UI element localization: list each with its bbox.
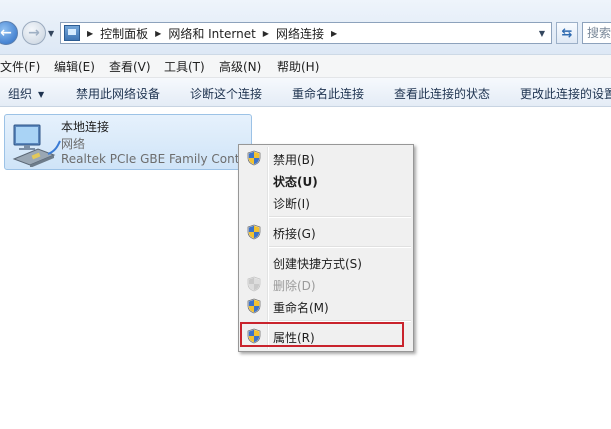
breadcrumb-network-connections[interactable]: 网络连接 (276, 25, 324, 42)
menu-tools[interactable]: 工具(T) (164, 58, 205, 75)
command-bar: 组织 ▼ 禁用此网络设备 诊断这个连接 重命名此连接 查看此连接的状态 更改此连接… (0, 78, 611, 107)
menu-help[interactable]: 帮助(H) (277, 58, 319, 75)
uac-shield-icon (247, 224, 261, 240)
forward-button[interactable]: → (22, 21, 46, 45)
search-input[interactable]: 搜索 (582, 22, 611, 44)
breadcrumb-separator-icon[interactable]: ▶ (263, 29, 269, 38)
breadcrumb-network-internet[interactable]: 网络和 Internet (168, 25, 255, 42)
refresh-icon: ⇆ (561, 25, 573, 41)
menu-item-label: 删除(D) (273, 279, 316, 293)
change-settings-button[interactable]: 更改此连接的设置 (520, 85, 611, 102)
breadcrumb-control-panel[interactable]: 控制面板 (100, 25, 148, 42)
organize-button[interactable]: 组织 ▼ (8, 85, 44, 102)
menu-item-label: 诊断(I) (273, 197, 310, 211)
menu-item-diagnose[interactable]: 诊断(I) (241, 191, 411, 213)
address-field[interactable]: ▶ 控制面板 ▶ 网络和 Internet ▶ 网络连接 ▶ ▼ (60, 22, 552, 44)
network-adapter-icon (12, 124, 61, 167)
menu-separator (269, 246, 411, 248)
refresh-button[interactable]: ⇆ (556, 22, 578, 44)
menu-item-label: 重命名(M) (273, 301, 329, 315)
connection-name: 本地连接 (61, 120, 110, 134)
organize-label: 组织 (8, 87, 33, 101)
breadcrumb-separator-icon[interactable]: ▶ (87, 29, 93, 38)
menu-edit[interactable]: 编辑(E) (54, 58, 95, 75)
chevron-down-icon: ▼ (38, 90, 45, 99)
local-connection-item[interactable]: 本地连接 网络 Realtek PCIe GBE Family Controll… (4, 114, 252, 170)
menu-item-rename[interactable]: 重命名(M) (241, 295, 411, 317)
chevron-down-icon[interactable]: ▼ (539, 29, 545, 38)
menu-file[interactable]: 文件(F) (0, 58, 40, 75)
view-status-button[interactable]: 查看此连接的状态 (394, 85, 490, 102)
menu-item-status[interactable]: 状态(U) (241, 169, 411, 191)
menu-item-delete: 删除(D) (241, 273, 411, 295)
breadcrumb-separator-icon[interactable]: ▶ (155, 29, 161, 38)
history-dropdown-icon[interactable]: ▼ (48, 29, 54, 38)
menu-item-label: 创建快捷方式(S) (273, 257, 362, 271)
uac-shield-icon (247, 276, 261, 292)
search-placeholder: 搜索 (587, 26, 611, 40)
menu-item-create-shortcut[interactable]: 创建快捷方式(S) (241, 251, 411, 273)
forward-arrow-icon: → (28, 25, 40, 41)
menu-item-label: 桥接(G) (273, 227, 316, 241)
disable-device-button[interactable]: 禁用此网络设备 (76, 85, 160, 102)
properties-highlight-box (240, 322, 404, 347)
uac-shield-icon (247, 298, 261, 314)
breadcrumb-separator-icon[interactable]: ▶ (331, 29, 337, 38)
connection-status: 网络 (61, 137, 86, 151)
rename-connection-button[interactable]: 重命名此连接 (292, 85, 364, 102)
uac-shield-icon (247, 150, 261, 166)
connection-device-name: Realtek PCIe GBE Family Controller (61, 152, 252, 166)
diagnose-connection-button[interactable]: 诊断这个连接 (190, 85, 262, 102)
menu-item-label: 状态(U) (273, 175, 318, 189)
menu-bar: 文件(F) 编辑(E) 查看(V) 工具(T) 高级(N) 帮助(H) (0, 55, 611, 78)
menu-separator (269, 216, 411, 218)
menu-item-bridge[interactable]: 桥接(G) (241, 221, 411, 243)
control-panel-icon (64, 25, 80, 41)
address-bar: ← → ▼ ▶ 控制面板 ▶ 网络和 Internet ▶ 网络连接 ▶ ▼ ⇆… (0, 0, 611, 55)
menu-view[interactable]: 查看(V) (109, 58, 151, 75)
back-arrow-icon: ← (0, 25, 12, 41)
menu-item-disable[interactable]: 禁用(B) (241, 147, 411, 169)
context-menu: 禁用(B) 状态(U) 诊断(I) 桥接(G) 创建快捷方式(S) 删除(D) (238, 144, 414, 352)
menu-advanced[interactable]: 高级(N) (219, 58, 261, 75)
menu-item-label: 禁用(B) (273, 153, 315, 167)
back-button[interactable]: ← (0, 21, 18, 45)
